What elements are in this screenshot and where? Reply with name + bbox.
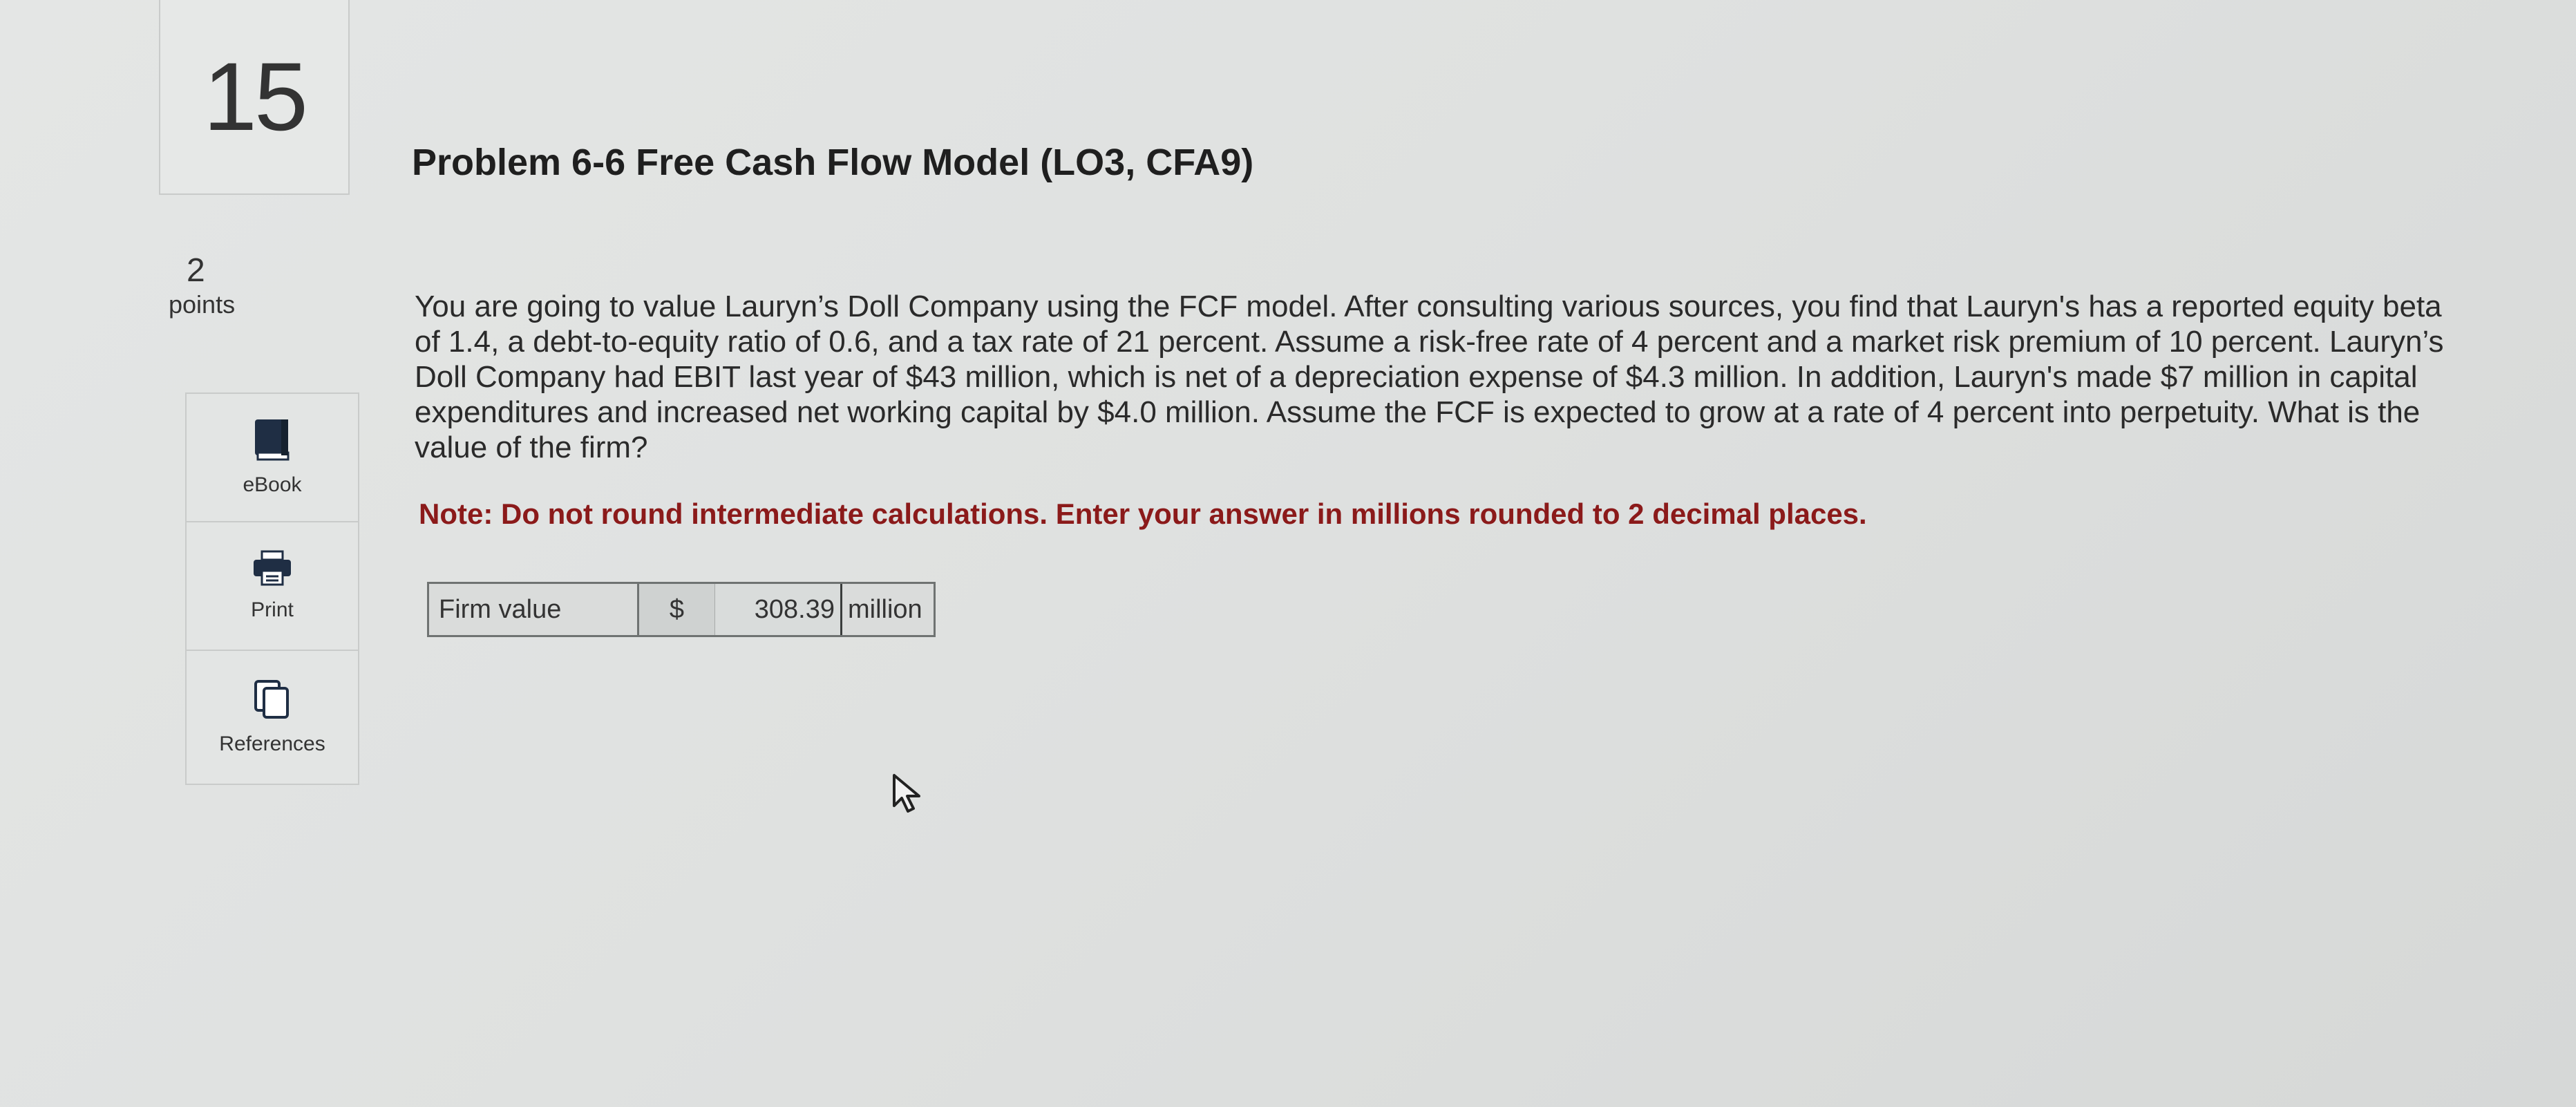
question-number-box: 15 bbox=[159, 0, 350, 195]
firm-value-label: Firm value bbox=[429, 584, 639, 635]
question-text: You are going to value Lauryn’s Doll Com… bbox=[415, 290, 2444, 464]
print-icon bbox=[252, 550, 292, 586]
ebook-icon bbox=[254, 418, 291, 461]
print-button[interactable]: Print bbox=[187, 522, 358, 651]
answer-row: Firm value $ 308.39 million bbox=[427, 582, 936, 637]
ebook-button[interactable]: eBook bbox=[187, 394, 358, 522]
points-label: points bbox=[169, 290, 236, 319]
unit-label: million bbox=[842, 584, 934, 635]
question-number: 15 bbox=[203, 42, 308, 151]
mouse-cursor-icon bbox=[891, 773, 926, 819]
ebook-label: eBook bbox=[243, 473, 302, 496]
problem-title: Problem 6-6 Free Cash Flow Model (LO3, C… bbox=[412, 142, 1254, 183]
print-label: Print bbox=[251, 598, 294, 621]
tools-panel: eBook Print References bbox=[185, 392, 359, 785]
references-button[interactable]: References bbox=[187, 651, 358, 784]
references-label: References bbox=[219, 732, 325, 755]
firm-value-input[interactable]: 308.39 bbox=[715, 584, 842, 635]
currency-symbol: $ bbox=[639, 584, 715, 635]
points-value: 2 bbox=[187, 252, 205, 289]
references-icon bbox=[253, 679, 292, 720]
instruction-note: Note: Do not round intermediate calculat… bbox=[419, 498, 1867, 530]
